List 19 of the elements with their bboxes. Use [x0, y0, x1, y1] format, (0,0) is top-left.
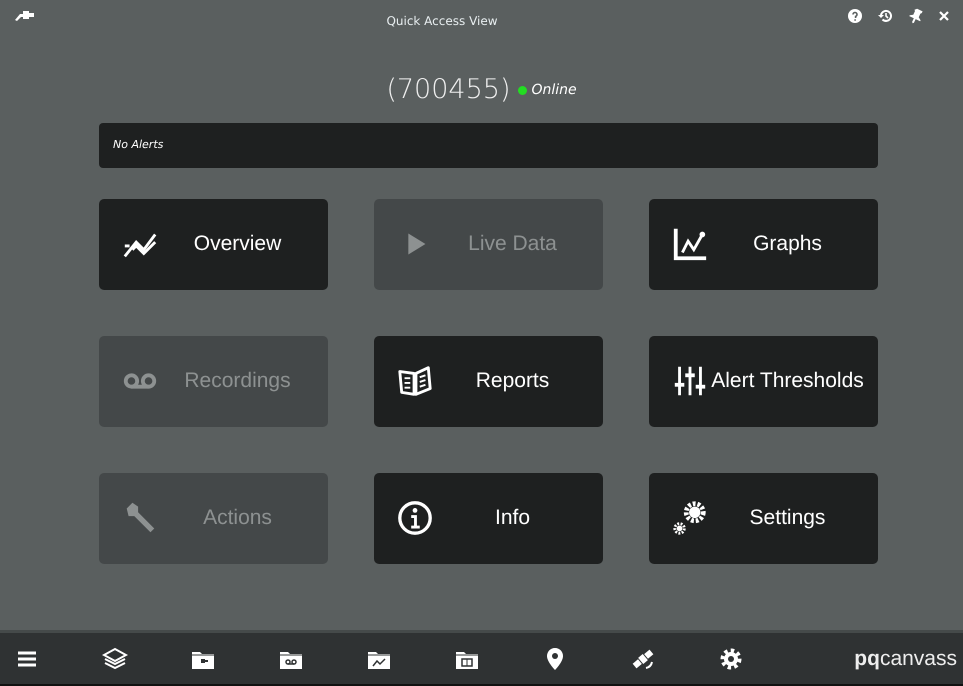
tile-button[interactable]: Alert Thresholds: [649, 336, 878, 426]
plug-icon: [14, 8, 36, 22]
tile-button[interactable]: Info: [374, 472, 603, 564]
history-icon[interactable]: [878, 9, 893, 23]
info-icon: [396, 499, 434, 537]
pin-icon[interactable]: [909, 8, 923, 24]
device-id: (700455): [386, 73, 510, 107]
layers-icon: [102, 646, 128, 672]
tile-button[interactable]: Graphs: [649, 198, 878, 290]
settings-icon: [718, 646, 744, 672]
alert-message: No Alerts: [113, 136, 164, 153]
tile-button[interactable]: Reports: [374, 336, 603, 426]
tile-button[interactable]: Settings: [649, 472, 878, 564]
tile-button[interactable]: Overview: [99, 198, 328, 290]
connection-status: Online: [531, 80, 577, 100]
brand-logo: pqcanvass: [854, 646, 957, 672]
help-icon[interactable]: [848, 9, 862, 23]
window-title: Quick Access View: [386, 14, 498, 28]
close-icon[interactable]: [939, 11, 949, 21]
